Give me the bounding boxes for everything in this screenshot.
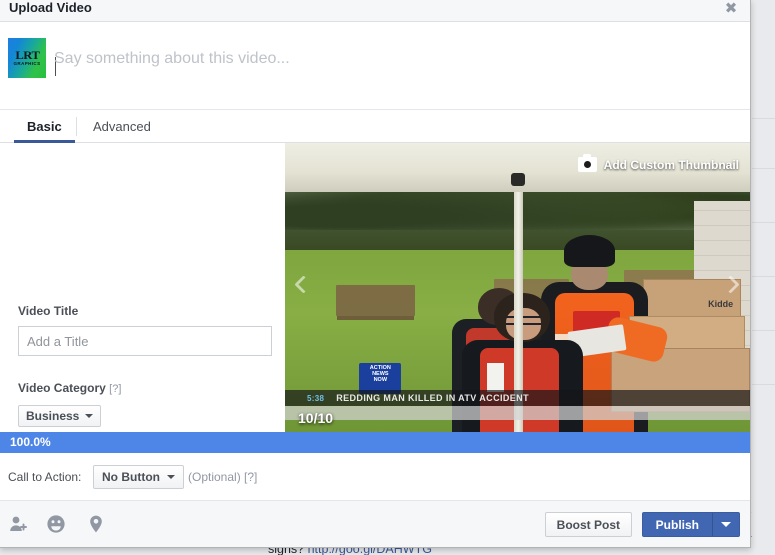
- video-category-value: Business: [26, 409, 80, 423]
- upload-progress-fill: [0, 432, 750, 453]
- call-to-action-help-icon[interactable]: [?]: [244, 470, 257, 484]
- boost-post-label: Boost Post: [556, 517, 620, 532]
- add-custom-thumbnail-label: Add Custom Thumbnail: [603, 157, 739, 172]
- scene-canopy-knob: [510, 173, 525, 186]
- composer-input[interactable]: [54, 50, 674, 68]
- video-category-help-icon[interactable]: [?]: [109, 383, 121, 395]
- chevron-down-icon: [85, 414, 94, 418]
- upload-progress-label: 100.0%: [10, 435, 51, 449]
- frame-counter: 10/10: [298, 410, 334, 426]
- scene-picnic-table: [336, 284, 416, 317]
- chevron-down-icon: [166, 475, 175, 479]
- video-preview[interactable]: Kidde ACTION NEWS NOW 5:38 REDDING MAN K…: [285, 143, 750, 432]
- call-to-action-row: Call to Action: No Button (Optional) [?]: [0, 453, 750, 502]
- tab-advanced[interactable]: Advanced: [80, 110, 164, 143]
- caret-down-icon: [721, 522, 731, 527]
- dialog-header: Upload Video ✖: [0, 0, 750, 22]
- call-to-action-label: Call to Action:: [8, 470, 82, 484]
- background-right-column: [752, 0, 775, 555]
- chyron-headline: REDDING MAN KILLED IN ATV ACCIDENT: [336, 393, 529, 403]
- location-icon[interactable]: [86, 514, 106, 534]
- chevron-right-icon[interactable]: [720, 272, 742, 304]
- publish-button[interactable]: Publish: [641, 512, 740, 537]
- tag-people-icon[interactable]: [8, 514, 28, 534]
- video-category-label: Video Category [?]: [18, 381, 121, 395]
- upload-progress-bar: 100.0%: [0, 432, 750, 453]
- call-to-action-dropdown[interactable]: No Button: [93, 465, 184, 489]
- scene-glasses: [505, 316, 541, 326]
- video-category-dropdown[interactable]: Business: [18, 405, 102, 427]
- publish-label: Publish: [655, 517, 699, 532]
- scene-person-cap: [564, 235, 616, 268]
- emoji-icon[interactable]: [46, 514, 66, 534]
- news-logo-line3: NOW: [373, 376, 388, 383]
- news-chyron: 5:38 REDDING MAN KILLED IN ATV ACCIDENT: [285, 390, 750, 406]
- tab-bar: Basic Advanced: [0, 110, 750, 143]
- add-custom-thumbnail-button[interactable]: Add Custom Thumbnail: [577, 154, 739, 172]
- close-icon[interactable]: ✖: [722, 0, 740, 18]
- dialog-title: Upload Video: [9, 0, 92, 15]
- news-chyron-lower: [285, 406, 750, 420]
- call-to-action-optional-text: (Optional): [188, 470, 241, 484]
- camera-icon: [577, 154, 597, 172]
- chevron-left-icon[interactable]: [293, 272, 315, 304]
- dialog-body: Video Title Video Category [?] Business: [0, 143, 750, 502]
- dialog-footer: Boost Post Publish: [0, 500, 750, 547]
- tab-advanced-label: Advanced: [93, 119, 151, 134]
- tab-basic-label: Basic: [27, 119, 62, 134]
- avatar-logo-text: LRT: [15, 47, 39, 62]
- video-frame: Kidde ACTION NEWS NOW 5:38 REDDING MAN K…: [285, 143, 750, 432]
- call-to-action-optional: (Optional) [?]: [188, 470, 257, 484]
- video-title-label: Video Title: [18, 304, 79, 318]
- upload-video-dialog: Upload Video ✖ LRT GRAPHICS Basic Advanc…: [0, 0, 751, 548]
- call-to-action-value: No Button: [102, 470, 160, 484]
- composer-area: LRT GRAPHICS: [0, 22, 750, 110]
- boost-post-button[interactable]: Boost Post: [544, 512, 632, 537]
- publish-dropdown-toggle[interactable]: [712, 513, 739, 536]
- tab-basic[interactable]: Basic: [14, 110, 75, 143]
- scene-badge: [487, 362, 504, 392]
- tab-divider: [76, 117, 77, 136]
- video-category-label-text: Video Category: [18, 381, 106, 395]
- video-title-input[interactable]: [18, 326, 272, 356]
- avatar: LRT GRAPHICS: [8, 38, 46, 78]
- chyron-time: 5:38: [307, 393, 325, 403]
